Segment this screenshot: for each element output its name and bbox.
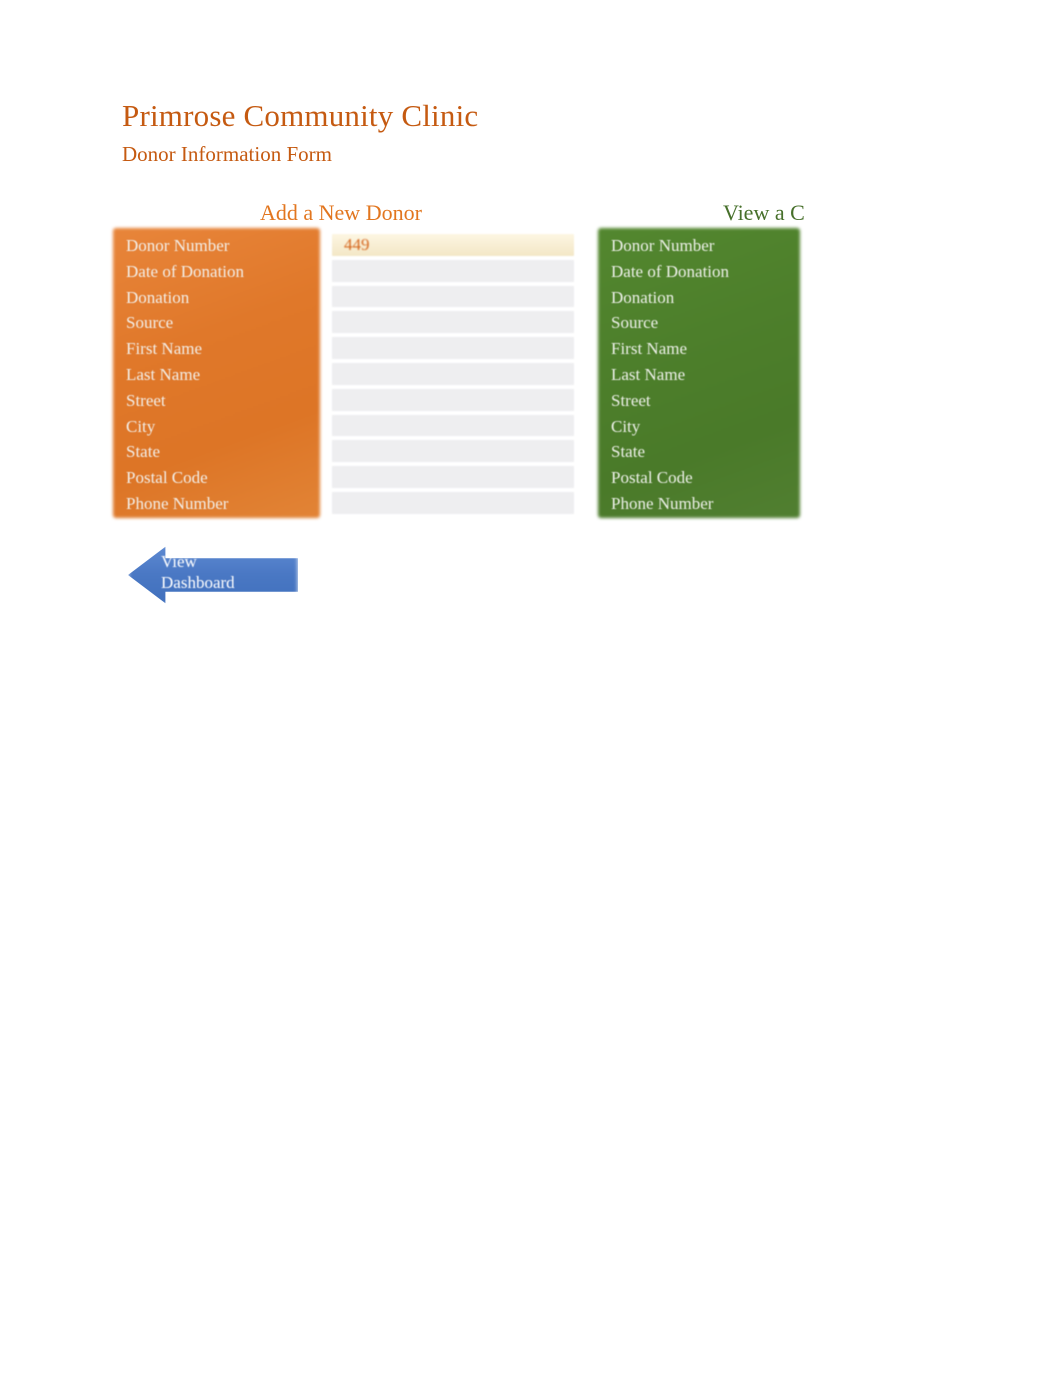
label-city: City [126, 416, 156, 436]
label-first-name: First Name [126, 339, 203, 359]
view-label-postal-code: Postal Code [611, 468, 693, 488]
view-label-city: City [611, 416, 641, 436]
view-label-donation: Donation [611, 287, 675, 307]
input-postal-code[interactable] [332, 465, 574, 491]
input-donation[interactable] [332, 285, 574, 311]
input-donor-number-value: 449 [344, 235, 370, 254]
input-city[interactable] [332, 414, 574, 440]
input-donor-number[interactable]: 449 [332, 233, 574, 259]
input-date-of-donation-box[interactable] [332, 259, 574, 282]
input-postal-code-box[interactable] [332, 466, 574, 488]
input-phone-number-box[interactable] [332, 491, 574, 514]
label-donor-number: Donor Number [126, 236, 230, 255]
label-source: Source [126, 313, 174, 333]
label-postal-code: Postal Code [126, 468, 208, 488]
input-first-name[interactable] [332, 336, 574, 362]
view-dashboard-label: View Dashboard [161, 551, 291, 593]
input-source-box[interactable] [332, 311, 574, 334]
input-street-box[interactable] [332, 388, 574, 411]
label-last-name: Last Name [126, 364, 201, 384]
view-label-phone-number: Phone Number [611, 493, 714, 513]
view-label-date-of-donation: Date of Donation [611, 261, 730, 281]
input-state-box[interactable] [332, 440, 574, 463]
input-source[interactable] [332, 310, 574, 336]
label-date-of-donation: Date of Donation [126, 261, 245, 281]
input-phone-number[interactable] [332, 491, 574, 517]
input-first-name-box[interactable] [332, 337, 574, 359]
add-donor-input-column: 449 [332, 228, 574, 518]
donor-form-area: Donor Number Date of Donation Donation S… [0, 0, 1062, 1376]
view-label-first-name: First Name [611, 339, 688, 359]
label-phone-number: Phone Number [126, 493, 229, 513]
view-label-state: State [611, 442, 645, 462]
view-label-street: Street [611, 390, 651, 410]
label-state: State [126, 442, 160, 462]
input-last-name[interactable] [332, 362, 574, 388]
input-street[interactable] [332, 388, 574, 414]
label-donation: Donation [126, 287, 190, 307]
label-street: Street [126, 390, 166, 410]
view-label-source: Source [611, 313, 659, 333]
view-dashboard-label-line2: Dashboard [161, 573, 235, 592]
view-dashboard-label-line1: View [161, 552, 197, 571]
input-state[interactable] [332, 439, 574, 465]
input-date-of-donation[interactable] [332, 259, 574, 285]
input-donation-box[interactable] [332, 285, 574, 308]
add-donor-label-list: Donor Number Date of Donation Donation S… [113, 228, 320, 518]
input-city-box[interactable] [332, 414, 574, 437]
view-dashboard-button[interactable]: View Dashboard [128, 545, 306, 612]
view-label-donor-number: Donor Number [611, 236, 715, 255]
view-label-last-name: Last Name [611, 364, 686, 384]
view-donor-label-list: Donor Number Date of Donation Donation S… [598, 228, 800, 518]
input-last-name-box[interactable] [332, 362, 574, 385]
